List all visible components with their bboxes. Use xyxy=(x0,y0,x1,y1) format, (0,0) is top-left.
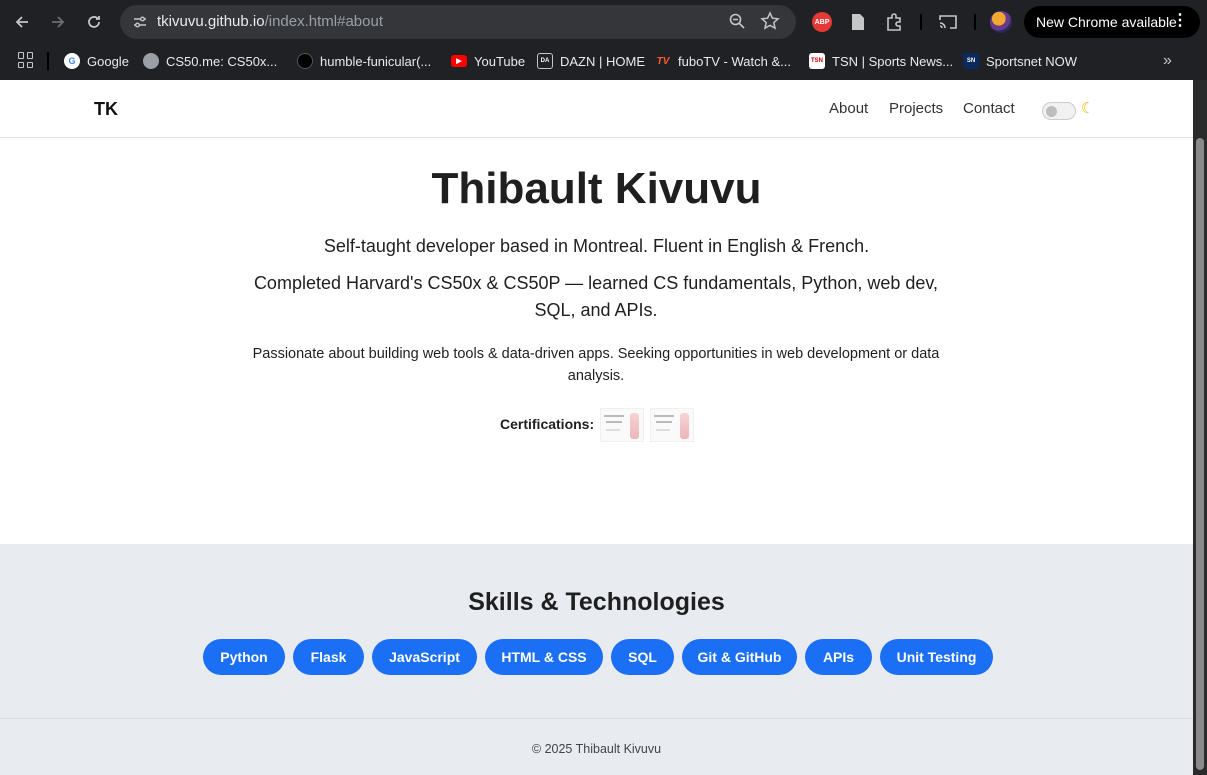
toolbar-divider xyxy=(974,14,976,30)
nav-link-contact[interactable]: Contact xyxy=(963,100,1015,117)
bookmark-label: TSN | Sports News... xyxy=(832,53,954,69)
skill-badge: SQL xyxy=(611,639,674,675)
bookmark-star-icon[interactable] xyxy=(760,11,780,36)
skill-badge: Python xyxy=(203,639,285,675)
hero-name: Thibault Kivuvu xyxy=(431,164,762,213)
github-icon xyxy=(297,53,313,69)
dazn-icon: DA xyxy=(537,53,553,69)
bookmarks-bar: G Google CS50.me: CS50x... humble-funicu… xyxy=(0,44,1207,80)
toolbar-divider xyxy=(920,14,922,30)
nav-link-projects[interactable]: Projects xyxy=(889,100,943,117)
skill-badge: JavaScript xyxy=(372,639,477,675)
certificate-cs50x-thumbnail[interactable] xyxy=(600,408,644,442)
address-bar[interactable]: tkivuvu.github.io/index.html#about xyxy=(120,5,796,39)
apps-grid-icon[interactable] xyxy=(18,52,34,68)
hero-education: Completed Harvard's CS50x & CS50P — lear… xyxy=(253,273,939,320)
bookmark-label: humble-funicular(... xyxy=(320,53,432,69)
url-host: tkivuvu.github.io xyxy=(157,13,265,30)
site-footer: © 2025 Thibault Kivuvu xyxy=(0,718,1193,775)
profile-avatar[interactable] xyxy=(990,11,1012,33)
certificate-cs50p-thumbnail[interactable] xyxy=(650,408,694,442)
skill-badge: APIs xyxy=(805,639,872,675)
zoom-icon[interactable] xyxy=(728,12,746,35)
url-text[interactable]: tkivuvu.github.io/index.html#about xyxy=(157,13,383,30)
globe-icon xyxy=(143,53,159,69)
google-icon: G xyxy=(64,53,80,69)
fubo-icon: TV xyxy=(656,55,670,67)
hero-goals: Passionate about building web tools & da… xyxy=(252,346,940,384)
site-navbar: TK About Projects Contact ☾ xyxy=(0,80,1193,138)
adblock-extension-icon[interactable]: ABP xyxy=(812,12,832,32)
reload-icon xyxy=(88,16,100,28)
update-label: New Chrome available xyxy=(1036,14,1177,30)
site-settings-icon[interactable] xyxy=(128,10,152,34)
site-logo[interactable]: TK xyxy=(94,99,118,120)
back-button[interactable] xyxy=(8,8,36,36)
hero-intro: Self-taught developer based in Montreal.… xyxy=(323,236,870,256)
bookmark-fubotv[interactable]: TV fuboTV - Watch &... xyxy=(655,51,791,71)
arrow-right-icon xyxy=(52,16,65,28)
skill-badge: Unit Testing xyxy=(880,639,993,675)
bookmarks-divider xyxy=(47,52,49,70)
bookmark-tsn[interactable]: TSN TSN | Sports News... xyxy=(809,51,953,71)
cast-icon[interactable] xyxy=(936,10,960,34)
more-bookmarks-icon[interactable]: » xyxy=(1163,52,1172,70)
document-extension-icon[interactable] xyxy=(846,10,870,34)
bookmark-google[interactable]: G Google xyxy=(64,51,129,71)
skills-section: Skills & Technologies Python Flask JavaS… xyxy=(0,544,1193,719)
toggle-knob xyxy=(1046,106,1057,117)
scrollbar-thumb[interactable] xyxy=(1196,138,1204,770)
bookmark-sportsnet[interactable]: SN Sportsnet NOW xyxy=(963,51,1077,71)
footer-copyright: © 2025 Thibault Kivuvu xyxy=(531,742,662,756)
skills-title: Skills & Technologies xyxy=(468,588,725,616)
bookmark-label: YouTube xyxy=(474,53,526,69)
bookmark-github[interactable]: humble-funicular(... xyxy=(297,51,431,71)
page-scrollbar[interactable] xyxy=(1193,80,1207,775)
arrow-left-icon xyxy=(15,16,28,28)
skills-list: Python Flask JavaScript HTML & CSS SQL G… xyxy=(203,639,993,675)
bookmark-label: fuboTV - Watch &... xyxy=(678,53,791,69)
more-menu-icon[interactable]: ⋮ xyxy=(1172,13,1188,29)
forward-button[interactable] xyxy=(44,8,72,36)
bookmark-label: Sportsnet NOW xyxy=(986,53,1078,69)
bookmark-label: CS50.me: CS50x... xyxy=(166,53,278,69)
sportsnet-icon: SN xyxy=(963,53,979,69)
bookmark-dazn[interactable]: DA DAZN | HOME xyxy=(537,51,645,71)
url-path: /index.html#about xyxy=(264,13,383,30)
abp-label: ABP xyxy=(814,18,830,26)
moon-icon: ☾ xyxy=(1081,100,1095,117)
bookmark-label: Google xyxy=(87,53,129,69)
page-viewport: TK About Projects Contact ☾ Thibault Kiv… xyxy=(0,80,1193,775)
bookmark-youtube[interactable]: ▶ YouTube xyxy=(451,51,525,71)
reload-button[interactable] xyxy=(80,8,108,36)
chrome-update-button[interactable]: New Chrome available ⋮ xyxy=(1024,6,1200,38)
youtube-icon: ▶ xyxy=(451,55,467,67)
certifications-label: Certifications: xyxy=(500,416,595,432)
bookmark-label: DAZN | HOME xyxy=(560,53,645,69)
nav-link-about[interactable]: About xyxy=(829,100,868,117)
dark-mode-toggle[interactable] xyxy=(1042,102,1076,120)
tsn-icon: TSN xyxy=(809,53,825,69)
extensions-puzzle-icon[interactable] xyxy=(882,10,906,34)
skill-badge: Git & GitHub xyxy=(682,639,797,675)
bookmark-cs50[interactable]: CS50.me: CS50x... xyxy=(143,51,277,71)
skill-badge: HTML & CSS xyxy=(485,639,603,675)
skill-badge: Flask xyxy=(293,639,364,675)
browser-toolbar: tkivuvu.github.io/index.html#about ABP N… xyxy=(0,0,1207,44)
